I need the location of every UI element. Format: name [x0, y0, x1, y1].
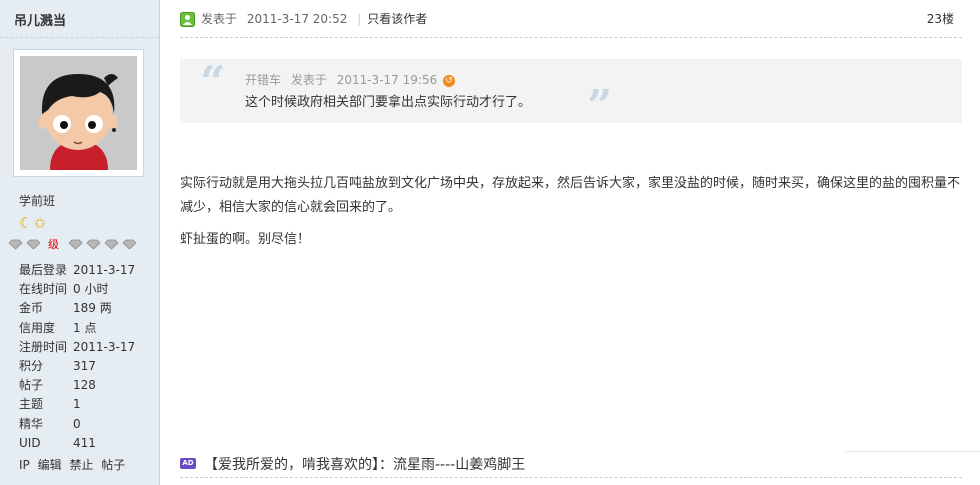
post-time: 2011-3-17 20:52: [246, 12, 348, 26]
user-posts-link[interactable]: 帖子: [101, 458, 125, 472]
username[interactable]: 吊儿溅当: [0, 0, 159, 38]
info-row-credit: 信用度 1 点: [19, 319, 149, 338]
info-row-register-time: 注册时间 2011-3-17: [19, 338, 149, 357]
user-sidebar: 吊儿溅当 学前班 ☾✩ 级 最后登录 2011-3-17 在线时间 0 小时 金…: [0, 0, 160, 485]
only-author-link[interactable]: 只看该作者: [367, 10, 427, 29]
diamond-icon: [122, 239, 137, 250]
info-value[interactable]: 128: [73, 376, 96, 395]
info-row-online-time: 在线时间 0 小时: [19, 280, 149, 299]
info-label: 最后登录: [19, 263, 68, 277]
quote-time: 2011-3-17 19:56: [336, 73, 438, 87]
info-label: 积分: [19, 358, 44, 373]
post-header: 发表于 2011-3-17 20:52 | 只看该作者 23楼: [180, 10, 962, 38]
level-label: 级: [48, 238, 59, 251]
info-value: 0 小时: [73, 282, 109, 297]
info-row-gold: 金币 189 两: [19, 299, 149, 318]
info-value[interactable]: 0: [73, 415, 81, 434]
info-value: 1 点: [73, 320, 97, 335]
quote-author: 开错车: [245, 73, 282, 87]
ad-icon: AD: [180, 458, 196, 469]
info-label: 精华: [19, 416, 44, 431]
info-value[interactable]: 1: [73, 395, 81, 414]
info-label: 在线时间: [19, 282, 68, 297]
quote-text: 这个时候政府相关部门要拿出点实际行动才行了。: [245, 95, 532, 110]
info-value: 411: [73, 435, 96, 450]
diamond-icon: [26, 239, 41, 250]
floor-number[interactable]: 23楼: [927, 10, 954, 29]
info-label: 注册时间: [19, 339, 68, 354]
info-row-uid: UID 411: [19, 434, 149, 453]
open-quote-icon: “: [200, 57, 226, 108]
info-value: 189 两: [73, 301, 112, 316]
admin-links: IP 编辑 禁止 帖子: [19, 456, 129, 473]
online-status-icon: [180, 12, 195, 27]
diamond-icon: [104, 239, 119, 250]
goto-original-icon[interactable]: ↺: [443, 74, 456, 87]
signature-bar: AD 【爱我所爱的，啃我喜欢的】：流星雨----山姜鸡脚王: [180, 450, 962, 478]
posted-label: 发表于: [201, 12, 238, 26]
info-row-digest: 精华 0: [19, 415, 149, 434]
info-row-last-login: 最后登录 2011-3-17: [19, 261, 149, 280]
avatar[interactable]: [13, 49, 144, 177]
info-value[interactable]: 317: [73, 357, 96, 376]
ip-link[interactable]: IP: [19, 458, 30, 472]
user-info-table: 最后登录 2011-3-17 在线时间 0 小时 金币 189 两 信用度 1 …: [19, 261, 149, 453]
user-group[interactable]: 学前班: [19, 192, 55, 209]
post-content: 实际行动就是用大拖头拉几百吨盐放到文化广场中央，存放起来，然后告诉大家，家里没盐…: [180, 172, 960, 260]
level-stars: 级: [8, 236, 137, 252]
avatar-image: [20, 56, 137, 170]
diamond-icon: [8, 239, 23, 250]
post-paragraph: 实际行动就是用大拖头拉几百吨盐放到文化广场中央，存放起来，然后告诉大家，家里没盐…: [180, 176, 961, 215]
quote-meta: 开错车 发表于 2011-3-17 19:56 ↺: [245, 71, 461, 88]
info-label: UID: [19, 435, 41, 450]
info-value: 2011-3-17: [73, 263, 136, 277]
meta-divider: |: [357, 12, 362, 26]
signature-link[interactable]: 【爱我所爱的，啃我喜欢的】：流星雨----山姜鸡脚王: [204, 454, 525, 474]
cartoon-avatar-icon: [20, 56, 137, 170]
info-value: 2011-3-17: [73, 339, 136, 354]
diamond-icon: [68, 239, 83, 250]
info-label: 金币: [19, 301, 44, 316]
post-meta: 发表于 2011-3-17 20:52 |: [201, 10, 367, 29]
info-label: 主题: [19, 397, 44, 412]
edit-user-link[interactable]: 编辑: [38, 458, 62, 472]
info-label: 帖子: [19, 378, 44, 393]
post-paragraph: 虾扯蛋的啊。别尽信！: [180, 232, 311, 247]
close-quote-icon: ”: [587, 81, 613, 132]
medal-icons: ☾✩: [19, 214, 48, 232]
quote-posted-label: 发表于: [290, 73, 327, 87]
ban-user-link[interactable]: 禁止: [69, 458, 93, 472]
diamond-icon: [86, 239, 101, 250]
info-label: 信用度: [19, 320, 56, 335]
quote-block: “ 开错车 发表于 2011-3-17 19:56 ↺ 这个时候政府相关部门要拿…: [180, 57, 962, 129]
info-row-threads: 主题 1: [19, 395, 149, 414]
info-row-posts: 帖子 128: [19, 376, 149, 395]
info-row-points: 积分 317: [19, 357, 149, 376]
